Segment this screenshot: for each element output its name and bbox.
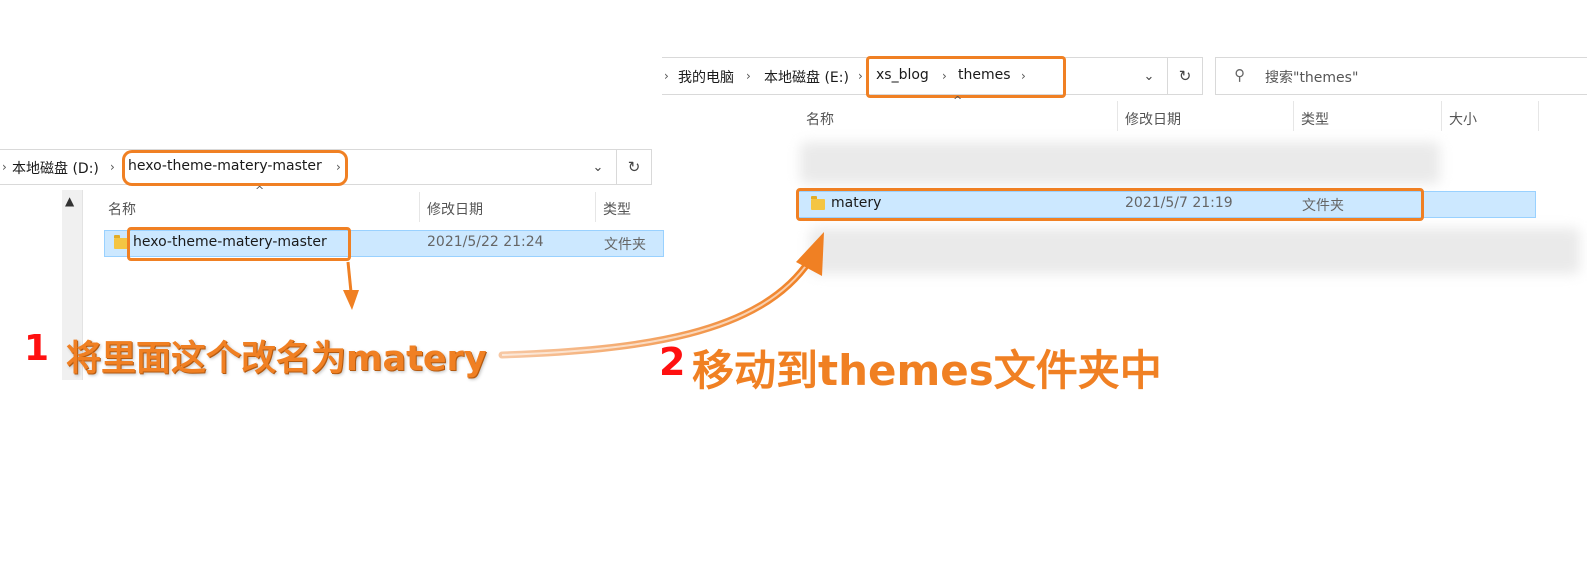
step2-number: 2 xyxy=(659,340,686,384)
annotation-arrows xyxy=(343,232,824,359)
step1-number: 1 xyxy=(24,328,50,369)
step2-text: 移动到themes文件夹中 xyxy=(692,346,1162,395)
down-arrow-icon xyxy=(343,261,359,310)
step1-text: 将里面这个改名为matery xyxy=(66,339,487,379)
